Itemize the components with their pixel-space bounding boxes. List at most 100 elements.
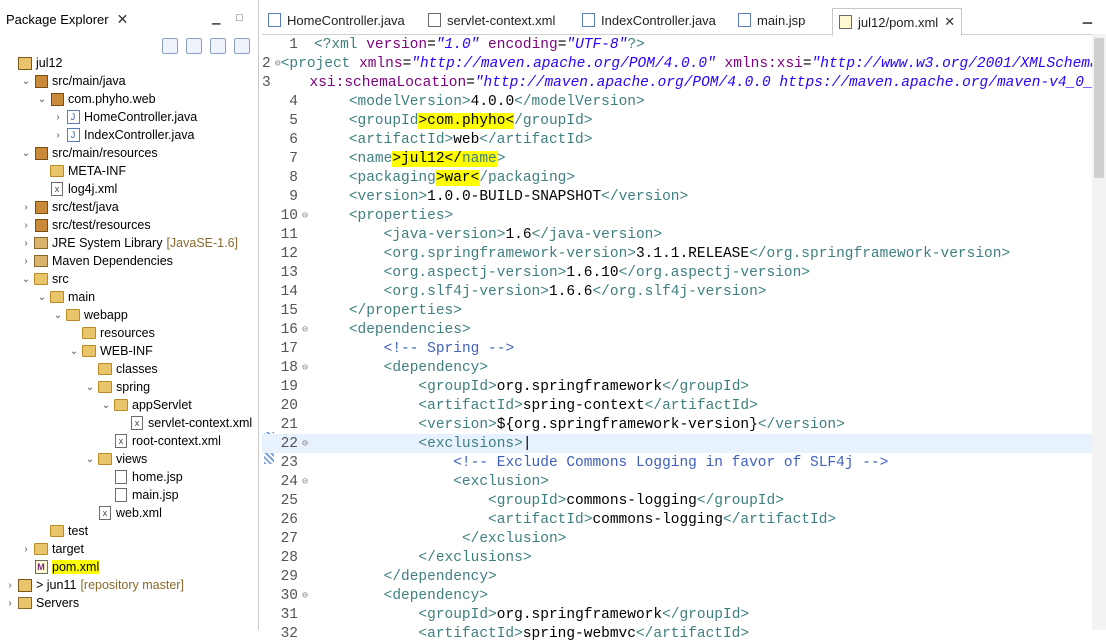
tree-item[interactable]: servlet-context.xml <box>116 414 252 432</box>
code-line[interactable]: 7 <name>jul12</name> <box>262 149 1092 168</box>
code-line[interactable]: 13 <org.aspectj-version>1.6.10</org.aspe… <box>262 263 1092 282</box>
editor-tab[interactable]: jul12/pom.xml ✕ <box>832 8 963 36</box>
expand-icon[interactable]: ⌄ <box>68 345 80 357</box>
tree-item[interactable]: root-context.xml <box>100 432 221 450</box>
fold-toggle-icon[interactable]: ⊖ <box>302 476 314 488</box>
collapse-chevron-icon[interactable]: › <box>52 111 64 123</box>
expand-icon[interactable]: ⌄ <box>36 93 48 105</box>
code-line[interactable]: 20 <artifactId>spring-context</artifactI… <box>262 396 1092 415</box>
tree-item[interactable]: ⌄ src/main/resources <box>20 144 158 162</box>
fold-toggle-icon[interactable]: ⊖ <box>302 324 314 336</box>
tree-item[interactable]: jul12 <box>4 54 62 72</box>
tree-item[interactable]: › HomeController.java <box>52 108 197 126</box>
code-line[interactable]: 4 <modelVersion>4.0.0</modelVersion> <box>262 92 1092 111</box>
link-with-editor-icon[interactable] <box>186 38 202 54</box>
tree-item[interactable]: ⌄ src <box>20 270 69 288</box>
tree-item[interactable]: › Servers <box>4 594 79 612</box>
tree-item[interactable]: › src/test/resources <box>20 216 150 234</box>
expand-icon[interactable]: ⌄ <box>20 273 32 285</box>
tree-item[interactable]: › src/test/java <box>20 198 118 216</box>
code-line[interactable]: 28 </exclusions> <box>262 548 1092 567</box>
code-line[interactable]: 5 <groupId>com.phyho</groupId> <box>262 111 1092 130</box>
code-line[interactable]: 2 ⊖ <project xmlns="http://maven.apache.or… <box>262 54 1106 73</box>
code-line[interactable]: 21 <version>${org.springframework-versio… <box>262 415 1092 434</box>
collapse-all-icon[interactable] <box>162 38 178 54</box>
expand-icon[interactable]: ⌄ <box>36 291 48 303</box>
code-line[interactable]: 16 ⊖ <dependencies> <box>262 320 1092 339</box>
editor-tab[interactable]: IndexController.java <box>582 8 716 32</box>
collapse-chevron-icon[interactable]: › <box>52 129 64 141</box>
expand-icon[interactable]: ⌄ <box>84 381 96 393</box>
tree-item[interactable]: web.xml <box>84 504 162 522</box>
tree-item[interactable]: › target <box>20 540 84 558</box>
tree-item[interactable]: classes <box>84 360 158 378</box>
tree-item[interactable]: ⌄ webapp <box>52 306 128 324</box>
code-line[interactable]: 8 <packaging>war</packaging> <box>262 168 1092 187</box>
tree-item[interactable]: log4j.xml <box>36 180 117 198</box>
minimize-icon[interactable]: ▁ <box>212 12 220 25</box>
tree-item[interactable]: main.jsp <box>100 486 179 504</box>
editor-tab[interactable]: servlet-context.xml <box>428 8 555 32</box>
code-line[interactable]: 6 <artifactId>web</artifactId> <box>262 130 1092 149</box>
code-line[interactable]: 9 <version>1.0.0-BUILD-SNAPSHOT</version… <box>262 187 1092 206</box>
view-menu-icon[interactable] <box>234 38 250 54</box>
tree-item[interactable]: resources <box>68 324 155 342</box>
tree-item[interactable]: ⌄ WEB-INF <box>68 342 153 360</box>
tree-item[interactable]: › IndexController.java <box>52 126 194 144</box>
code-line[interactable]: 24 ⊖ <exclusion> <box>262 472 1092 491</box>
tree-item[interactable]: test <box>36 522 88 540</box>
fold-toggle-icon[interactable]: ⊖ <box>302 438 314 450</box>
code-line[interactable]: 27 </exclusion> <box>262 529 1092 548</box>
focus-icon[interactable] <box>210 38 226 54</box>
tree-item[interactable]: ⌄ spring <box>84 378 150 396</box>
fold-toggle-icon[interactable]: ⊖ <box>302 210 314 222</box>
vertical-scrollbar[interactable] <box>1092 34 1106 630</box>
fold-toggle-icon[interactable]: ⊖ <box>302 362 314 374</box>
expand-icon[interactable]: ⌄ <box>52 309 64 321</box>
tree-item[interactable]: › > jun11 [repository master] <box>4 576 184 594</box>
code-line[interactable]: 30 ⊖ <dependency> <box>262 586 1092 605</box>
expand-icon[interactable]: ⌄ <box>84 453 96 465</box>
code-line[interactable]: 32 <artifactId>spring-webmvc</artifactId… <box>262 624 1092 643</box>
code-line[interactable]: 15 </properties> <box>262 301 1092 320</box>
code-line[interactable]: 12 <org.springframework-version>3.1.1.RE… <box>262 244 1092 263</box>
tree-item[interactable]: ⌄ appServlet <box>100 396 192 414</box>
code-line[interactable]: 31 <groupId>org.springframework</groupId… <box>262 605 1092 624</box>
package-explorer-tab[interactable]: Package Explorer ✕ <box>0 6 134 32</box>
tree-item[interactable]: META-INF <box>36 162 126 180</box>
code-line[interactable]: 19 <groupId>org.springframework</groupId… <box>262 377 1092 396</box>
code-line[interactable]: 29 </dependency> <box>262 567 1092 586</box>
tree-item[interactable]: ⌄ main <box>36 288 95 306</box>
code-line[interactable]: 26 <artifactId>commons-logging</artifact… <box>262 510 1092 529</box>
code-line[interactable]: 22 ⊖ <exclusions>| <box>262 434 1092 453</box>
collapse-chevron-icon[interactable]: › <box>4 579 16 591</box>
code-line[interactable]: 3 xsi:schemaLocation="http://maven.apach… <box>262 73 1106 92</box>
tree-item[interactable]: ⌄ views <box>84 450 147 468</box>
close-icon[interactable]: ✕ <box>944 14 955 30</box>
fold-toggle-icon[interactable]: ⊖ <box>302 590 314 602</box>
editor-tab[interactable]: HomeController.java <box>268 8 405 32</box>
editor-tab[interactable]: main.jsp <box>738 8 805 32</box>
tree-item[interactable]: pom.xml <box>20 558 100 576</box>
code-line[interactable]: 25 <groupId>commons-logging</groupId> <box>262 491 1092 510</box>
collapse-chevron-icon[interactable]: › <box>4 597 16 609</box>
code-line[interactable]: 23 <!-- Exclude Commons Logging in favor… <box>262 453 1092 472</box>
tree-item[interactable]: ⌄ src/main/java <box>20 72 126 90</box>
tree-item[interactable]: ⌄ com.phyho.web <box>36 90 156 108</box>
code-line[interactable]: 14 <org.slf4j-version>1.6.6</org.slf4j-v… <box>262 282 1092 301</box>
code-line[interactable]: 10 ⊖ <properties> <box>262 206 1092 225</box>
collapse-chevron-icon[interactable]: › <box>20 543 32 555</box>
scrollbar-thumb[interactable] <box>1094 38 1104 178</box>
collapse-chevron-icon[interactable]: › <box>20 219 32 231</box>
tree-item[interactable]: › JRE System Library [JavaSE-1.6] <box>20 234 238 252</box>
maximize-icon[interactable]: □ <box>236 12 243 24</box>
tree-item[interactable]: › Maven Dependencies <box>20 252 173 270</box>
code-line[interactable]: 17 <!-- Spring --> <box>262 339 1092 358</box>
collapse-chevron-icon[interactable]: › <box>20 237 32 249</box>
close-icon[interactable]: ✕ <box>117 11 129 28</box>
minimize-editor-icon[interactable]: ▁ <box>1083 10 1092 24</box>
tree-item[interactable]: home.jsp <box>100 468 183 486</box>
expand-icon[interactable]: ⌄ <box>20 147 32 159</box>
code-line[interactable]: 1 <?xml version="1.0" encoding="UTF-8"?> <box>262 35 1092 54</box>
code-editor[interactable]: 1 <?xml version="1.0" encoding="UTF-8"?> 2… <box>262 34 1106 642</box>
